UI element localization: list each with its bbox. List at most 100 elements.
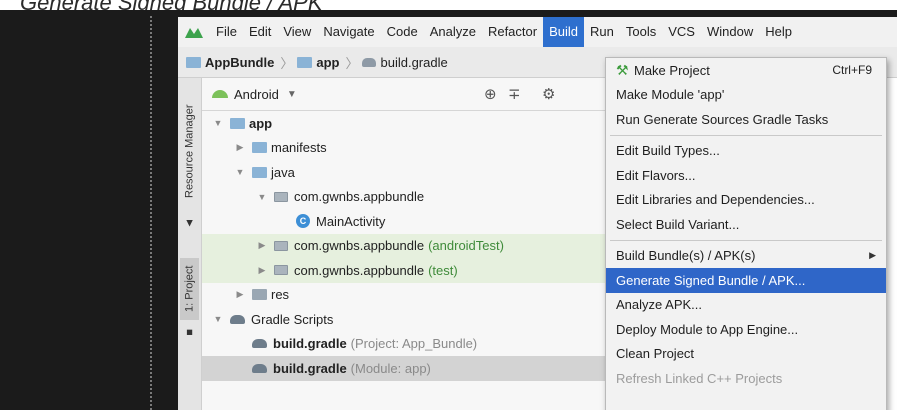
menu-separator — [610, 239, 882, 241]
menu-analyze[interactable]: Analyze — [424, 17, 482, 47]
menu-bar: File Edit View Navigate Code Analyze Ref… — [178, 17, 897, 47]
tree-item[interactable]: ▶ res — [202, 283, 622, 308]
tree-item-label: manifests — [271, 140, 327, 156]
menu-item-edit-build-types[interactable]: Edit Build Types... — [606, 139, 886, 164]
expand-arrow-icon[interactable]: ▼ — [256, 192, 268, 202]
breadcrumb-item-build-gradle[interactable]: build.gradle — [362, 54, 448, 70]
view-selector[interactable]: Android — [234, 87, 279, 102]
menu-item-make-project[interactable]: ⚒ Make Project Ctrl+F9 — [606, 58, 886, 83]
hammer-icon: ⚒ — [616, 61, 629, 78]
tree-item[interactable]: ▼ app — [202, 111, 622, 136]
menu-item-build-bundles[interactable]: Build Bundle(s) / APK(s) ▶ — [606, 244, 886, 269]
gear-icon[interactable]: ⚙ — [542, 85, 555, 103]
menu-item-make-module[interactable]: Make Module 'app' — [606, 83, 886, 108]
menu-item-label: Analyze APK... — [616, 297, 702, 313]
menu-item-label: Run Generate Sources Gradle Tasks — [616, 111, 829, 127]
menu-item-label: Refresh Linked C++ Projects — [616, 370, 783, 386]
menu-item-edit-flavors[interactable]: Edit Flavors... — [606, 163, 886, 188]
tree-item-suffix: (Module: app) — [350, 360, 431, 376]
menu-edit[interactable]: Edit — [243, 17, 277, 47]
tree-item[interactable]: ▶ manifests — [202, 136, 622, 161]
collapse-arrow-icon[interactable]: ▶ — [256, 265, 268, 276]
dotted-divider — [150, 16, 153, 410]
menu-item-deploy-module[interactable]: Deploy Module to App Engine... — [606, 317, 886, 342]
menu-help[interactable]: Help — [759, 17, 798, 47]
tree-item[interactable]: build.gradle (Project: App_Bundle) — [202, 332, 622, 357]
menu-item-run-generate-sources[interactable]: Run Generate Sources Gradle Tasks — [606, 107, 886, 132]
tree-item-label: Gradle Scripts — [251, 311, 334, 327]
tree-item-label: java — [271, 164, 295, 180]
menu-item-generate-signed[interactable]: Generate Signed Bundle / APK... — [606, 268, 886, 293]
expand-arrow-icon[interactable]: ▼ — [234, 167, 246, 177]
breadcrumb-item-app[interactable]: app — [297, 55, 339, 70]
shortcut-label: Ctrl+F9 — [832, 63, 872, 78]
submenu-arrow-icon: ▶ — [869, 250, 876, 261]
menu-item-label: Build Bundle(s) / APK(s) — [616, 248, 756, 264]
menu-item-label: Generate Signed Bundle / APK... — [616, 272, 806, 288]
menu-navigate[interactable]: Navigate — [317, 17, 380, 47]
menu-build[interactable]: Build — [543, 17, 585, 47]
tree-item[interactable]: ▼ java — [202, 160, 622, 185]
expand-arrow-icon[interactable]: ▼ — [212, 314, 224, 324]
android-studio-window: File Edit View Navigate Code Analyze Ref… — [178, 17, 897, 410]
menu-item-label: Make Project — [634, 62, 710, 78]
package-icon — [274, 240, 288, 251]
tree-item-suffix: (test) — [428, 262, 458, 278]
project-tab[interactable]: 1: Project — [180, 258, 199, 320]
tree-item-label: com.gwnbs.appbundle — [294, 262, 425, 278]
dropdown-arrow-icon[interactable]: ▼ — [287, 89, 297, 100]
menu-tools[interactable]: Tools — [620, 17, 662, 47]
menu-item-label: Clean Project — [616, 346, 695, 362]
package-icon — [274, 191, 288, 202]
locate-icon[interactable]: ⊕ — [484, 85, 497, 103]
breadcrumb-label: build.gradle — [380, 54, 448, 70]
tree-item-label: com.gwnbs.appbundle — [294, 238, 425, 254]
chevron-right-icon: 〉 — [345, 55, 359, 71]
folder-icon — [252, 166, 267, 178]
collapse-arrow-icon[interactable]: ▶ — [234, 142, 246, 153]
tree-item[interactable]: ▼ com.gwnbs.appbundle — [202, 185, 622, 210]
menu-item-analyze-apk[interactable]: Analyze APK... — [606, 293, 886, 318]
tree-item-label: res — [271, 287, 290, 303]
tree-item[interactable]: build.gradle (Module: app) — [202, 356, 622, 381]
tree-item[interactable]: ▶ com.gwnbs.appbundle (androidTest) — [202, 233, 622, 258]
menu-run[interactable]: Run — [584, 17, 620, 47]
menu-item-label: Select Build Variant... — [616, 216, 740, 232]
collapse-icon[interactable]: ∓ — [508, 85, 521, 103]
menu-item-edit-libraries[interactable]: Edit Libraries and Dependencies... — [606, 188, 886, 213]
menu-item-label: Edit Build Types... — [616, 143, 720, 159]
tree-item-label: app — [249, 115, 273, 131]
chevron-right-icon: 〉 — [280, 55, 294, 71]
project-panel: Android ▼ ⊕ ∓ ⚙ ▼ app ▶ manifests ▼ java ▼ com.… — [202, 78, 622, 410]
android-studio-logo-icon — [184, 25, 204, 39]
menu-view[interactable]: View — [277, 17, 317, 47]
tree-item[interactable]: ▼ Gradle Scripts — [202, 307, 622, 332]
menu-item-select-build-variant[interactable]: Select Build Variant... — [606, 212, 886, 237]
collapse-arrow-icon[interactable]: ▶ — [256, 240, 268, 251]
resource-manager-tab[interactable]: Resource Manager — [180, 90, 199, 212]
project-panel-header: Android ▼ ⊕ ∓ ⚙ — [202, 78, 622, 111]
collapse-arrow-icon[interactable]: ▶ — [234, 289, 246, 300]
project-tab-label: 1: Project — [183, 265, 196, 313]
menu-vcs[interactable]: VCS — [662, 17, 701, 47]
tree-item-label: com.gwnbs.appbundle — [294, 189, 425, 205]
breadcrumb-label: app — [316, 54, 340, 70]
menu-file[interactable]: File — [210, 17, 243, 47]
menu-item-clean-project[interactable]: Clean Project — [606, 342, 886, 367]
menu-item-label: Edit Libraries and Dependencies... — [616, 192, 815, 208]
tree-item-label: build.gradle — [273, 360, 347, 376]
folder-icon — [186, 56, 201, 68]
gradle-icon — [362, 57, 377, 67]
breadcrumb-label: AppBundle — [205, 54, 275, 70]
tree-item[interactable]: C MainActivity — [202, 209, 622, 234]
tree-item[interactable]: ▶ com.gwnbs.appbundle (test) — [202, 258, 622, 283]
resource-manager-label: Resource Manager — [183, 104, 196, 198]
build-menu-dropdown: ⚒ Make Project Ctrl+F9 Make Module 'app'… — [605, 57, 887, 410]
menu-window[interactable]: Window — [701, 17, 759, 47]
expand-arrow-icon[interactable]: ▼ — [212, 118, 224, 128]
menu-code[interactable]: Code — [381, 17, 424, 47]
menu-item-label: Make Module 'app' — [616, 87, 725, 103]
breadcrumb-item-appbundle[interactable]: AppBundle — [186, 55, 274, 70]
menu-refactor[interactable]: Refactor — [482, 17, 543, 47]
gradle-icon — [230, 314, 245, 324]
